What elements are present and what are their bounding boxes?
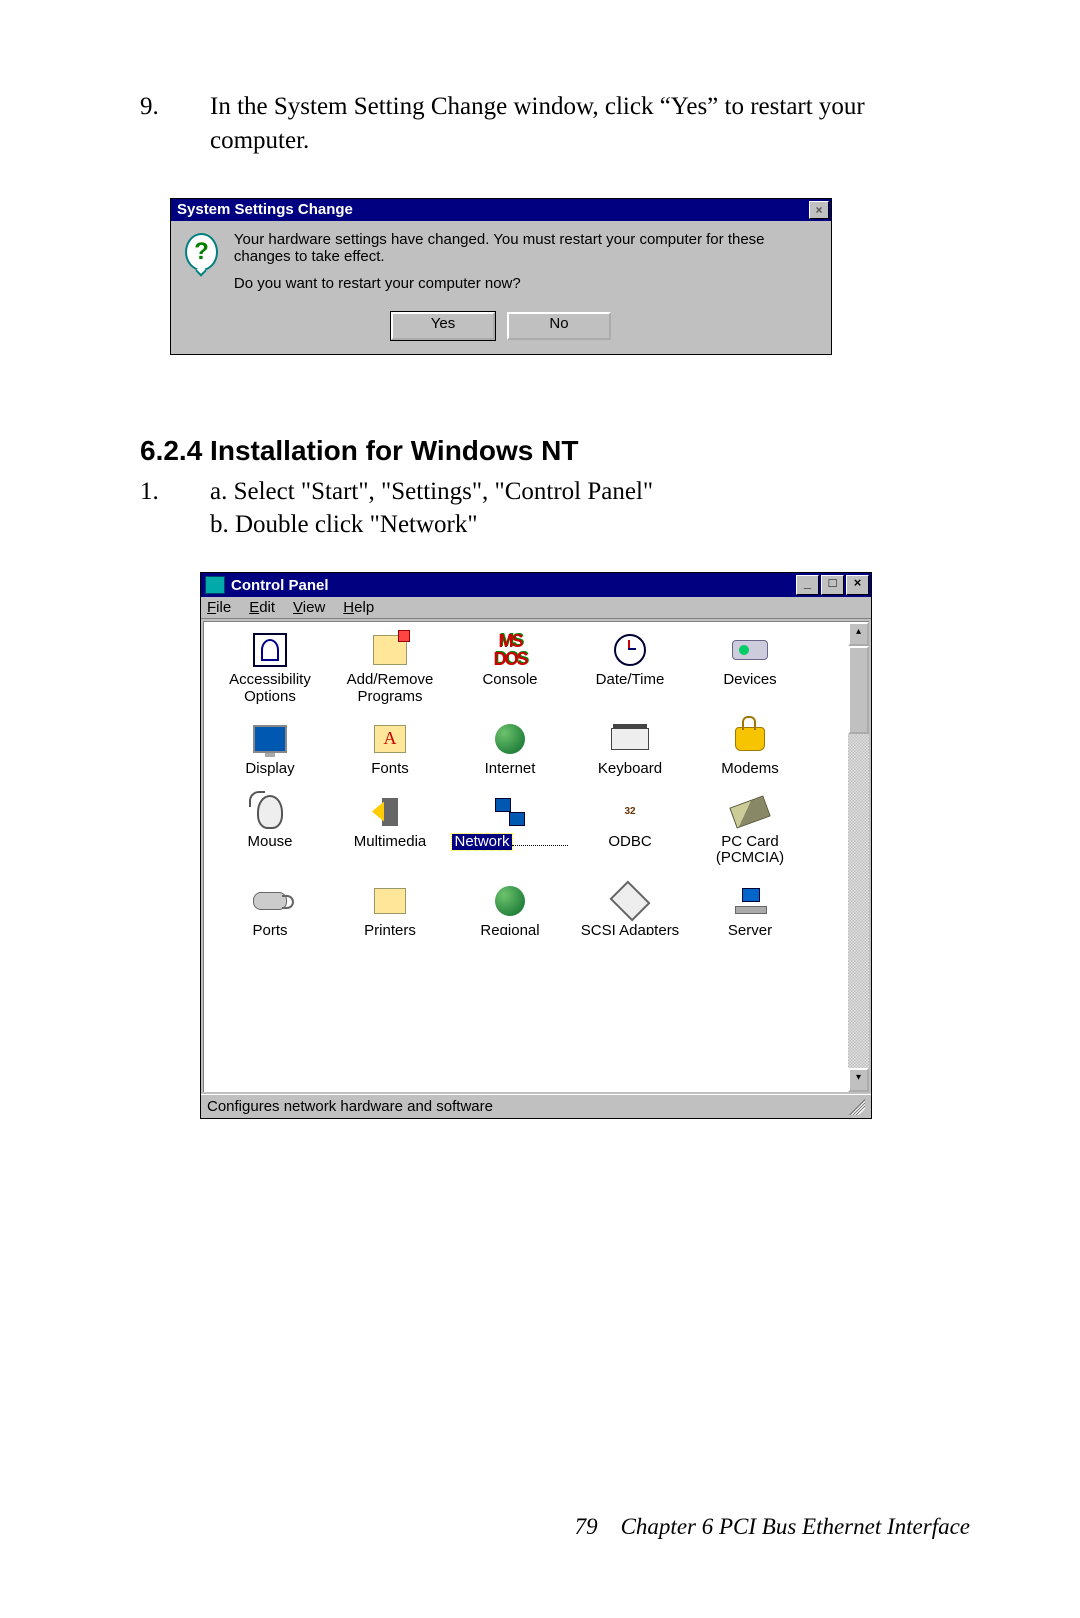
no-button[interactable]: No: [507, 312, 611, 340]
icon-pc-card[interactable]: PC Card (PCMCIA): [690, 790, 810, 879]
odbc-icon: 32: [615, 797, 645, 827]
icon-ports[interactable]: [210, 879, 330, 923]
icon-multimedia[interactable]: Multimedia: [330, 790, 450, 879]
menu-view[interactable]: View: [293, 599, 325, 616]
icon-devices[interactable]: Devices: [690, 628, 810, 717]
console-icon: MS DOS: [490, 632, 530, 668]
control-panel-icon: [205, 576, 225, 594]
dialog-message: Your hardware settings have changed. You…: [234, 231, 817, 302]
fonts-icon: A: [374, 725, 406, 753]
cp-titlebar[interactable]: Control Panel _ □ ×: [201, 573, 871, 597]
step-9-text: In the System Setting Change window, cli…: [210, 90, 970, 158]
server-icon: [735, 888, 765, 914]
clock-icon: [614, 634, 646, 666]
control-panel-window: Control Panel _ □ × File Edit View Help …: [200, 572, 872, 1119]
step-1: 1. a. Select "Start", "Settings", "Contr…: [140, 475, 970, 543]
system-settings-change-dialog: System Settings Change × ? Your hardware…: [170, 198, 832, 355]
globe-icon: [495, 724, 525, 754]
menu-edit[interactable]: Edit: [249, 599, 275, 616]
mouse-icon: [257, 795, 283, 829]
icon-console[interactable]: MS DOSConsole: [450, 628, 570, 717]
scroll-down-icon[interactable]: ▾: [848, 1068, 869, 1092]
icon-date-time[interactable]: Date/Time: [570, 628, 690, 717]
ports-icon: [253, 892, 287, 910]
menu-file[interactable]: File: [207, 599, 231, 616]
dialog-titlebar[interactable]: System Settings Change ×: [171, 199, 831, 221]
step-1a: a. Select "Start", "Settings", "Control …: [210, 475, 653, 509]
icon-network[interactable]: Network: [450, 790, 570, 879]
keyboard-icon: [611, 728, 649, 750]
question-icon: ?: [185, 233, 218, 271]
step-1-number: 1.: [140, 475, 210, 543]
icon-keyboard[interactable]: Keyboard: [570, 717, 690, 790]
icon-display[interactable]: Display: [210, 717, 330, 790]
icon-mouse[interactable]: Mouse: [210, 790, 330, 879]
icon-internet[interactable]: Internet: [450, 717, 570, 790]
chapter-title: Chapter 6 PCI Bus Ethernet Interface: [621, 1514, 970, 1539]
resize-grip-icon[interactable]: [849, 1099, 865, 1115]
globe-icon: [495, 886, 525, 916]
menu-help[interactable]: Help: [343, 599, 374, 616]
icon-regional[interactable]: [450, 879, 570, 923]
cp-title: Control Panel: [231, 577, 329, 594]
dialog-line-1: Your hardware settings have changed. You…: [234, 231, 817, 265]
step-9-number: 9.: [140, 90, 210, 158]
accessibility-icon: [253, 633, 287, 667]
scroll-track[interactable]: [848, 734, 869, 1068]
scroll-thumb[interactable]: [848, 646, 869, 734]
speaker-icon: [382, 798, 398, 826]
scroll-up-icon[interactable]: ▴: [848, 622, 869, 646]
add-remove-icon: [373, 635, 407, 665]
folder-icon: [374, 888, 406, 914]
scsi-icon: [609, 880, 650, 921]
section-heading: 6.2.4 Installation for Windows NT: [140, 435, 970, 467]
cropped-labels: Ports Printers Regional SCSI Adapters Se…: [210, 923, 846, 935]
status-bar: Configures network hardware and software: [201, 1094, 871, 1118]
cp-icon-area: Accessibility Options Add/Remove Program…: [204, 622, 848, 1092]
icon-fonts[interactable]: AFonts: [330, 717, 450, 790]
network-icon: [495, 798, 525, 826]
icon-server[interactable]: [690, 879, 810, 923]
step-9: 9. In the System Setting Change window, …: [140, 90, 970, 158]
page-footer: 79 Chapter 6 PCI Bus Ethernet Interface: [575, 1514, 970, 1540]
dialog-line-2: Do you want to restart your computer now…: [234, 275, 817, 292]
icon-accessibility-options[interactable]: Accessibility Options: [210, 628, 330, 717]
cp-menubar: File Edit View Help: [201, 597, 871, 619]
close-icon[interactable]: ×: [846, 575, 869, 595]
phone-icon: [735, 727, 765, 751]
pccard-icon: [729, 795, 770, 828]
icon-odbc[interactable]: 32ODBC: [570, 790, 690, 879]
vertical-scrollbar[interactable]: ▴ ▾: [848, 622, 869, 1092]
devices-icon: [732, 640, 768, 660]
maximize-icon[interactable]: □: [821, 575, 844, 595]
dialog-title: System Settings Change: [177, 201, 353, 218]
icon-add-remove-programs[interactable]: Add/Remove Programs: [330, 628, 450, 717]
status-text: Configures network hardware and software: [207, 1098, 493, 1115]
page-number: 79: [575, 1514, 598, 1539]
minimize-icon[interactable]: _: [796, 575, 819, 595]
monitor-icon: [253, 725, 287, 753]
icon-scsi-adapters[interactable]: [570, 879, 690, 923]
icon-printers[interactable]: [330, 879, 450, 923]
yes-button[interactable]: Yes: [391, 312, 495, 340]
step-1b: b. Double click "Network": [210, 508, 653, 542]
icon-modems[interactable]: Modems: [690, 717, 810, 790]
close-icon[interactable]: ×: [809, 201, 829, 219]
